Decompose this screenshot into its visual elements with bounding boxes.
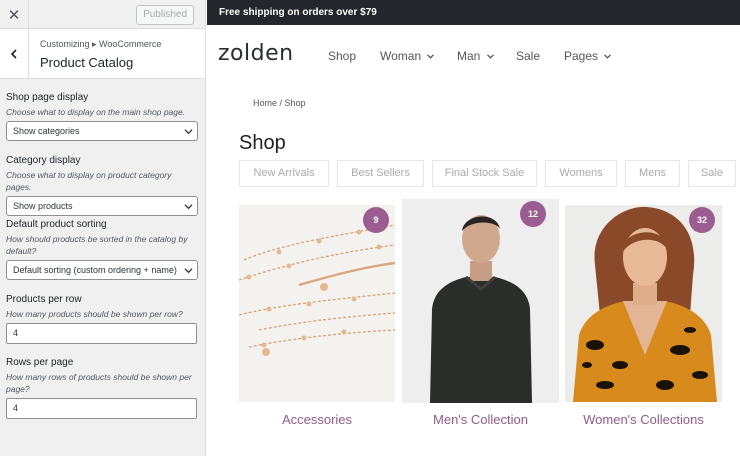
product-count-badge: 12 [520,201,546,227]
select-value: Show categories [13,126,80,136]
category-display-select[interactable]: Show products [6,196,198,216]
field-description: How many rows of products should be show… [6,372,192,394]
rows-per-page-input[interactable]: 4 [6,398,197,419]
chevron-down-icon [184,129,193,135]
chevron-down-icon [427,54,435,60]
promo-bar: Free shipping on orders over $79 [207,0,740,25]
chevron-down-icon [604,54,612,60]
shop-page-display-field: Shop page display Choose what to display… [6,92,198,141]
section-title: Product Catalog [40,55,134,70]
published-button[interactable]: Published [136,5,194,25]
nav-label: Pages [564,49,599,63]
category-image [239,205,395,402]
close-customizer-button[interactable]: ✕ [0,0,29,29]
chevron-left-icon [10,49,17,59]
category-image [402,199,559,403]
field-label: Category display [6,155,81,166]
filter-new-arrivals[interactable]: New Arrivals [239,160,329,187]
field-description: Choose what to display on the main shop … [6,107,186,117]
field-description: How many products should be shown per ro… [6,309,183,319]
chevron-down-icon [184,268,193,274]
field-description: How should products be sorted in the cat… [6,234,188,256]
select-value: Default sorting (custom ordering + name) [13,265,177,275]
chevron-down-icon [486,54,494,60]
shop-page-display-select[interactable]: Show categories [6,121,198,141]
nav-woman[interactable]: Woman [380,49,435,63]
products-per-row-field: Products per row How many products shoul… [6,294,198,344]
customizer-sidebar: ✕ Published Customizing ▸ WooCommerce Pr… [0,0,206,456]
field-label: Shop page display [6,92,89,103]
woman-leopard-print-photo [565,205,722,402]
filter-mens[interactable]: Mens [625,160,680,187]
back-button[interactable] [0,29,29,79]
field-label: Products per row [6,294,82,305]
field-label: Default product sorting [6,219,107,230]
field-description: Choose what to display on product catego… [6,170,172,192]
page-title: Shop [239,132,286,154]
product-category-card-womens[interactable]: 32 Women's Collections [565,205,722,433]
select-value: Show products [13,201,73,211]
chevron-down-icon [184,204,193,210]
field-label: Rows per page [6,357,74,368]
default-sorting-field: Default product sorting How should produ… [6,219,198,280]
category-image [565,205,722,402]
category-title[interactable]: Men's Collection [402,412,559,427]
filter-sale[interactable]: Sale [688,160,736,187]
category-display-field: Category display Choose what to display … [6,155,198,216]
category-title[interactable]: Accessories [239,412,395,427]
rows-per-page-field: Rows per page How many rows of products … [6,357,198,419]
customizer-topbar: ✕ Published [0,0,205,29]
filter-best-sellers[interactable]: Best Sellers [337,160,424,187]
close-icon: ✕ [7,6,21,24]
product-count-badge: 9 [363,207,389,233]
breadcrumb: Home / Shop [253,98,306,108]
nav-label: Sale [516,49,541,63]
nav-man[interactable]: Man [457,49,494,63]
nav-sale[interactable]: Sale [516,49,540,63]
products-per-row-input[interactable]: 4 [6,323,197,344]
product-count-badge: 32 [689,207,715,233]
site-preview: Free shipping on orders over $79 zolden … [207,0,740,456]
filter-final-stock-sale[interactable]: Final Stock Sale [432,160,537,187]
site-header: zolden Shop Woman Man Sale Pages [207,25,740,85]
section-header: Customizing ▸ WooCommerce Product Catalo… [0,29,205,79]
product-category-card-mens[interactable]: 12 Men's Collection [402,199,559,433]
product-category-card-accessories[interactable]: 9 Accessories [239,205,395,433]
customizer-breadcrumb: Customizing ▸ WooCommerce [40,39,162,49]
default-sorting-select[interactable]: Default sorting (custom ordering + name) [6,260,198,280]
nav-label: Man [457,49,481,63]
nav-pages[interactable]: Pages [564,49,612,63]
category-title[interactable]: Women's Collections [565,412,722,427]
site-logo[interactable]: zolden [218,41,294,66]
nav-label: Shop [328,49,357,63]
filter-womens[interactable]: Womens [545,160,617,187]
jewelry-chains-image [239,205,395,402]
nav-label: Woman [380,49,422,63]
man-sweater-photo [402,199,559,403]
nav-shop[interactable]: Shop [328,49,356,63]
